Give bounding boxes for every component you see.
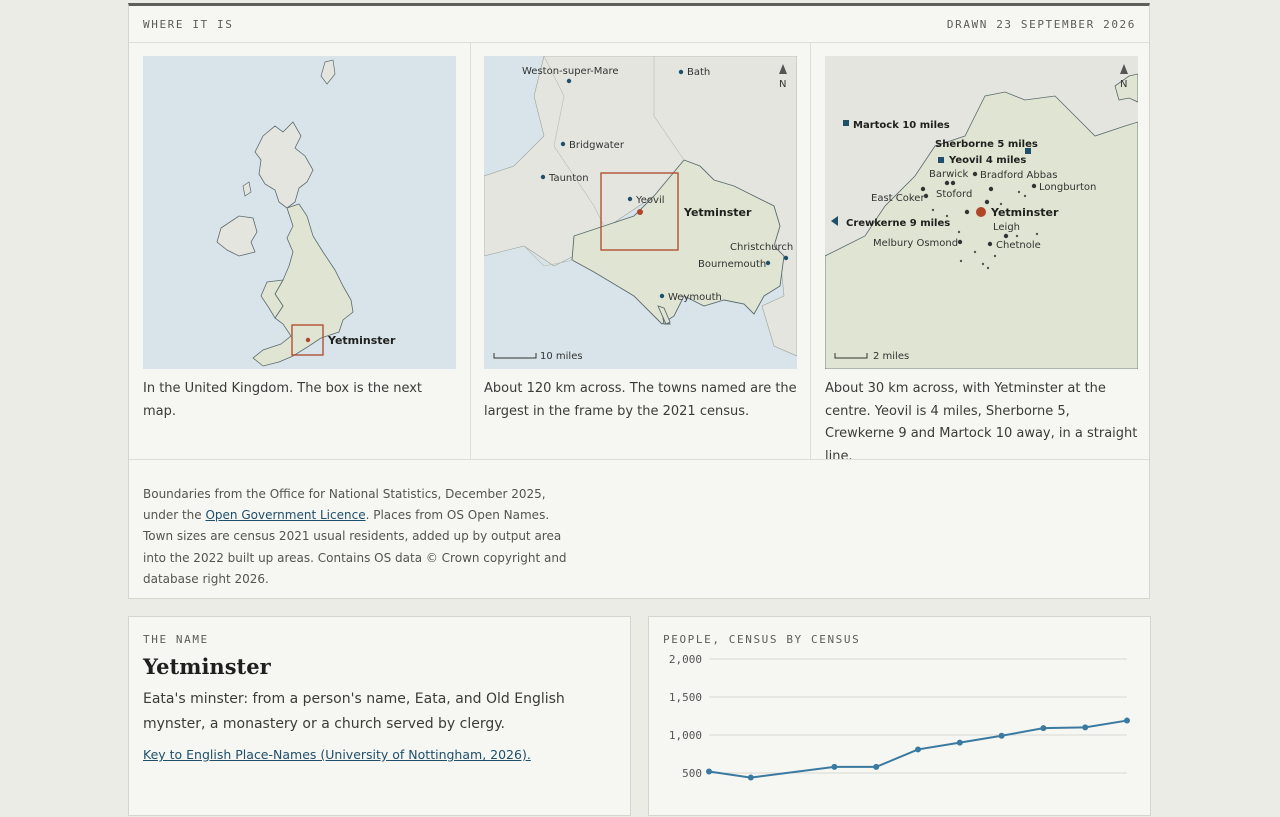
etymology-description: Eata's minster: from a person's name, Ea…: [143, 691, 565, 732]
label-weymouth: Weymouth: [668, 292, 722, 303]
card-kicker: THE NAME: [143, 633, 209, 646]
label-chetnole: Chetnole: [996, 240, 1041, 251]
uk-yetminster-label: Yetminster: [327, 334, 396, 347]
label-barwick: Barwick: [929, 169, 969, 180]
label-bridgwater: Bridgwater: [569, 140, 625, 151]
label-melbury-osmond: Melbury Osmond: [873, 238, 958, 249]
column-divider: [810, 42, 811, 459]
place-names-source-link[interactable]: Key to English Place-Names (University o…: [143, 747, 531, 762]
label-east-coker: East Coker: [871, 193, 925, 204]
label-yetminster: Yetminster: [683, 206, 752, 219]
label-taunton: Taunton: [548, 173, 589, 184]
label-christchurch: Christchurch: [730, 242, 793, 253]
map-credits: Boundaries from the Office for National …: [143, 484, 571, 590]
label-weston: Weston-super-Mare: [522, 66, 619, 77]
label-yetminster-centre: Yetminster: [990, 206, 1059, 219]
uk-map-caption: In the United Kingdom. The box is the ne…: [143, 381, 423, 419]
data-point: [1040, 725, 1047, 732]
y-tick-label: 500: [682, 767, 702, 780]
data-point: [831, 763, 838, 770]
label-yeovil: Yeovil: [635, 195, 665, 206]
north-label: N: [779, 79, 786, 90]
data-point: [706, 768, 712, 775]
label-bradford-abbas: Bradford Abbas: [980, 170, 1057, 181]
label-longburton: Longburton: [1039, 182, 1096, 193]
label-sherborne: Sherborne 5 miles: [935, 139, 1038, 150]
data-point: [1124, 717, 1130, 724]
row-divider: [129, 459, 1149, 460]
label-crewkerne: Crewkerne 9 miles: [846, 218, 950, 229]
data-point: [998, 732, 1005, 739]
label-yeovil-distance: Yeovil 4 miles: [948, 155, 1026, 166]
data-point: [915, 746, 921, 753]
label-stoford: Stoford: [936, 189, 972, 200]
y-tick-label: 1,500: [669, 691, 702, 704]
local-map-caption: About 30 km across, with Yetminster at t…: [825, 381, 1138, 464]
column-divider: [470, 42, 471, 459]
y-tick-label: 1,000: [669, 729, 702, 742]
census-chart-card: PEOPLE, CENSUS BY CENSUS 2,000 1,500 1,000…: [648, 616, 1151, 816]
place-name-card: THE NAME Yetminster Eata's minster: from…: [128, 616, 631, 816]
scale-label: 2 miles: [873, 351, 909, 362]
data-point: [956, 739, 963, 746]
drawn-date: DRAWN 23 SEPTEMBER 2026: [946, 18, 1136, 31]
population-line-chart: 2,000 1,500 1,000 500: [669, 653, 1130, 781]
label-bath: Bath: [687, 67, 710, 78]
label-leigh: Leigh: [993, 222, 1020, 233]
north-label: N: [1120, 79, 1127, 90]
region-map-caption: About 120 km across. The towns named are…: [484, 381, 797, 419]
place-name-title: Yetminster: [143, 654, 271, 679]
scale-label: 10 miles: [540, 351, 583, 362]
section-title: WHERE IT IS: [143, 18, 234, 31]
y-tick-label: 2,000: [669, 653, 702, 666]
card-kicker: PEOPLE, CENSUS BY CENSUS: [663, 633, 861, 646]
local-map: Martock 10 miles Sherborne 5 miles Yeovi…: [825, 56, 1138, 369]
where-it-is-card: WHERE IT IS DRAWN 23 SEPTEMBER 2026 Yetm…: [128, 3, 1150, 599]
label-martock: Martock 10 miles: [853, 120, 950, 131]
data-point: [873, 763, 880, 770]
data-point: [1082, 724, 1089, 731]
region-map: Weston-super-Mare Bath Bridgwater Taunto…: [484, 56, 797, 369]
label-bournemouth: Bournemouth: [698, 259, 766, 270]
card-header: WHERE IT IS DRAWN 23 SEPTEMBER 2026: [129, 6, 1149, 43]
open-government-licence-link[interactable]: Open Government Licence: [205, 508, 365, 522]
data-point: [747, 774, 754, 781]
uk-locator-map: Yetminster: [143, 56, 456, 369]
